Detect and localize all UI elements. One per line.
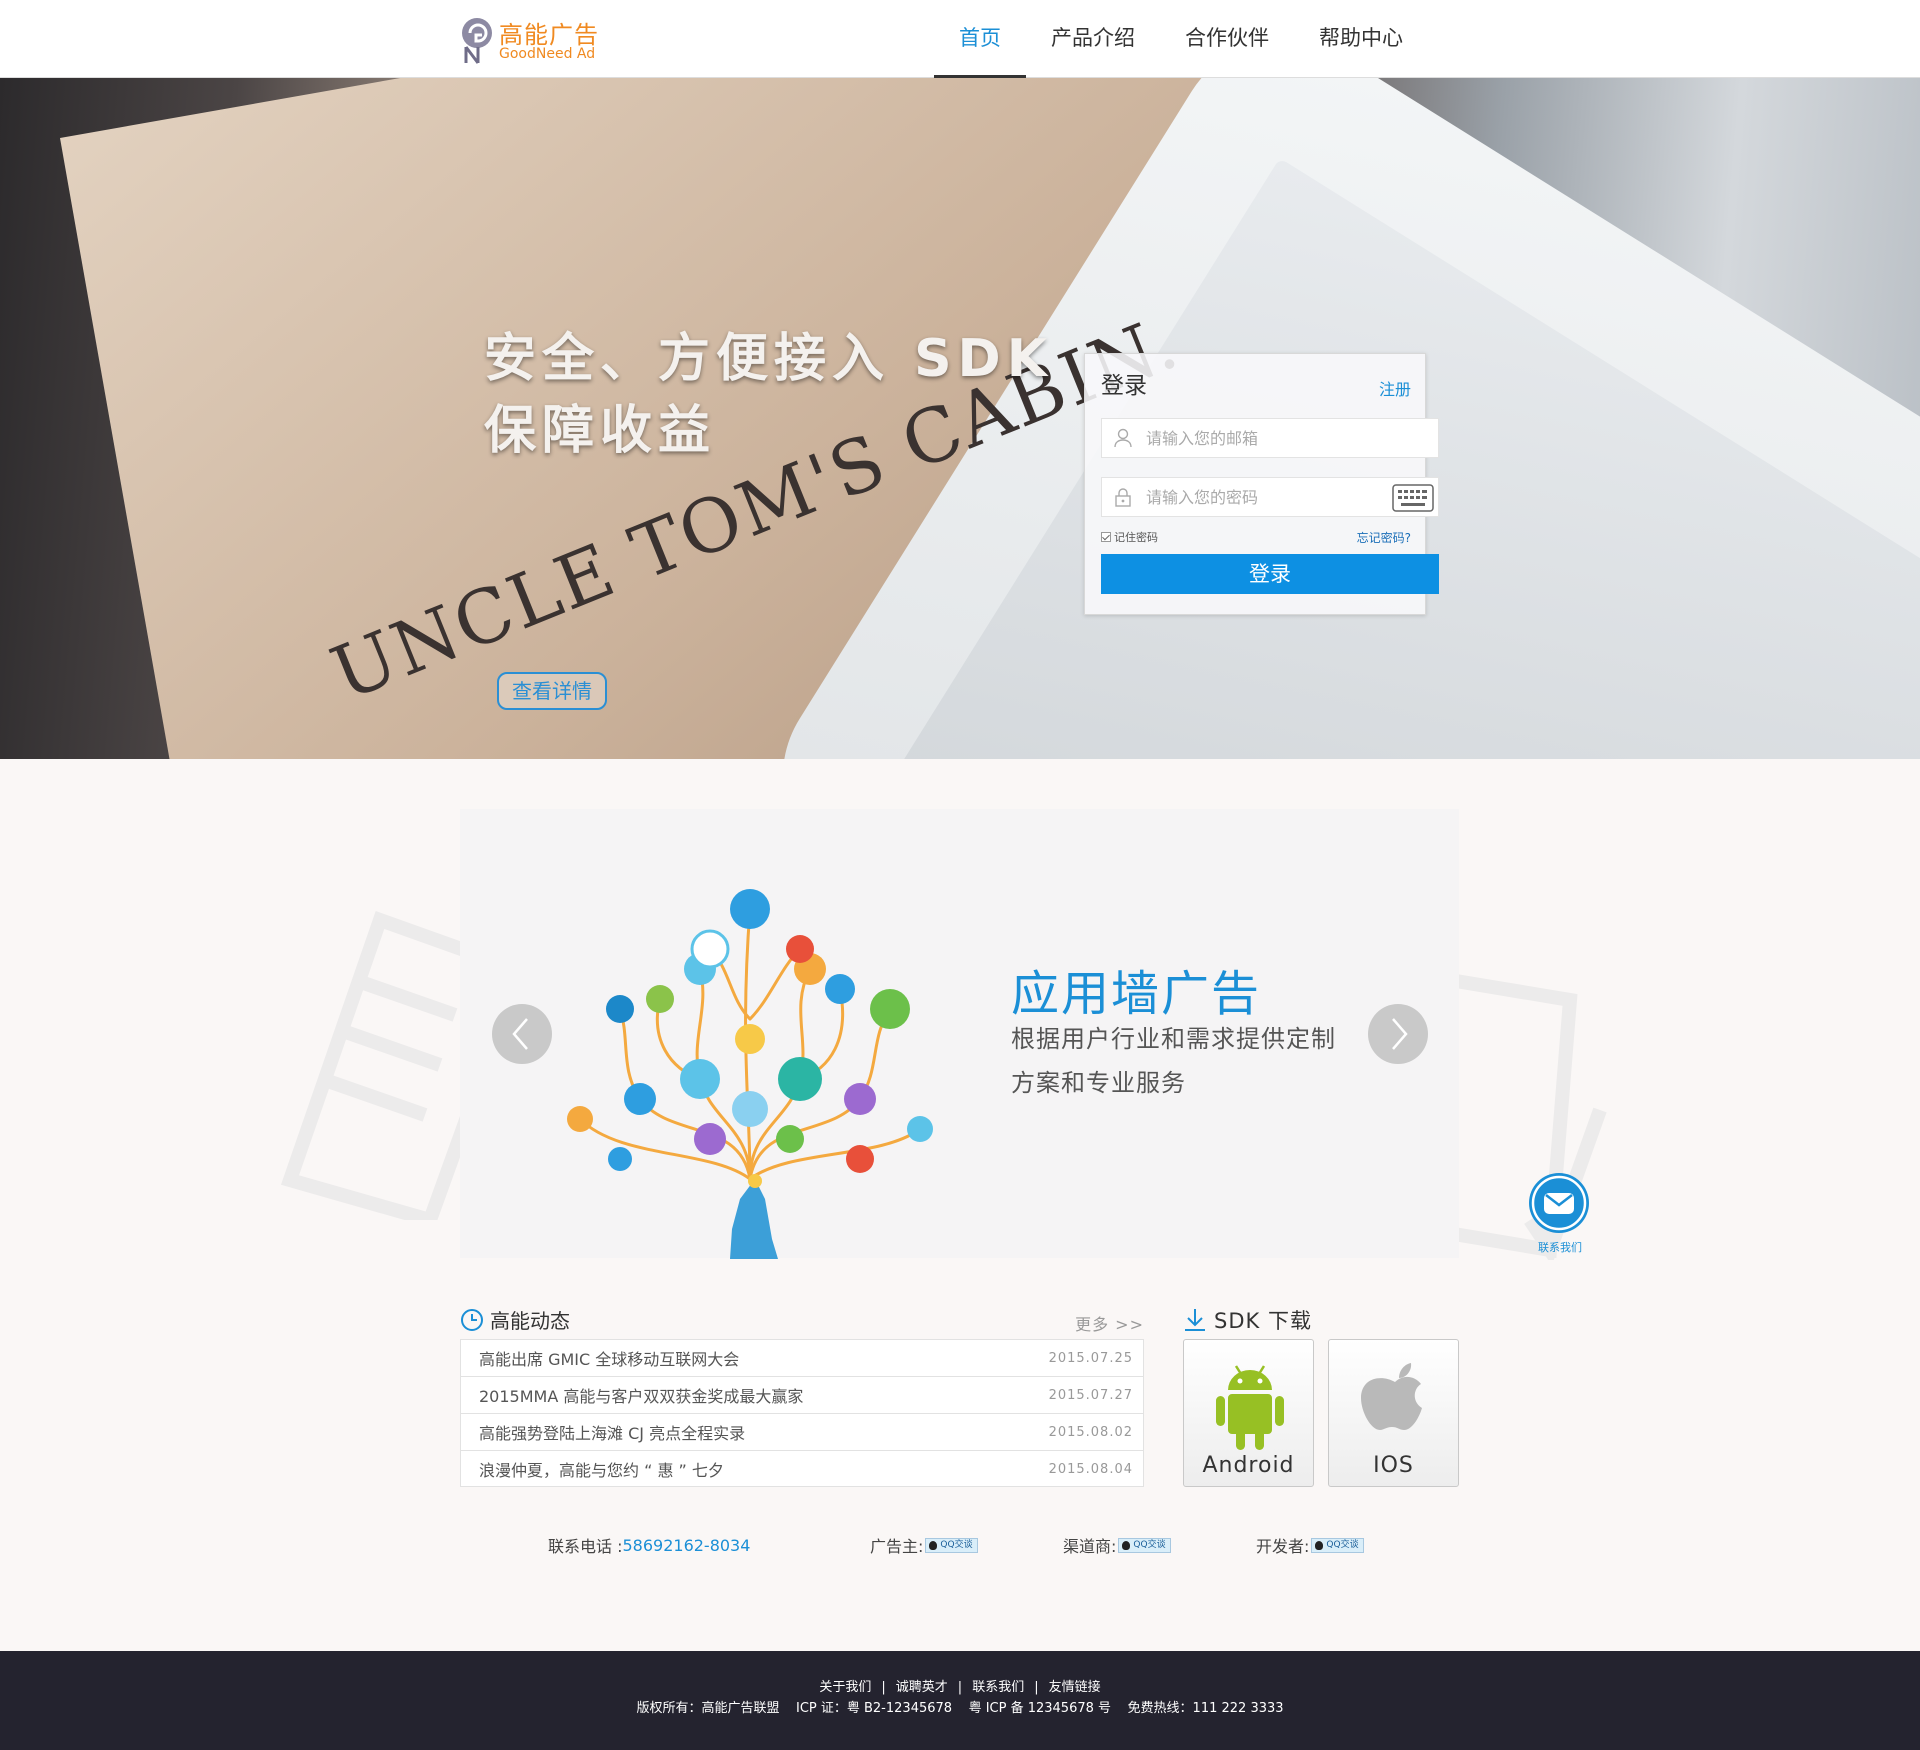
contact-circle	[1529, 1173, 1589, 1233]
news-more-link[interactable]: 更多 >>	[1075, 1311, 1144, 1335]
carousel-prev-button[interactable]	[492, 1004, 552, 1064]
news-item[interactable]: 2015MMA 高能与客户双双获金奖成最大赢家 2015.07.27	[461, 1377, 1143, 1414]
site-header: 高能广告 GoodNeed Ad 首页 产品介绍 合作伙伴 帮助中心	[0, 0, 1920, 78]
android-icon	[1216, 1365, 1284, 1450]
hero-slogan-line2: 保障收益	[484, 401, 717, 461]
sdk-header: SDK 下载	[1180, 1305, 1460, 1335]
news-list: 高能出席 GMIC 全球移动互联网大会 2015.07.25 2015MMA 高…	[460, 1339, 1144, 1487]
android-label: Android	[1202, 1453, 1295, 1478]
download-icon	[1185, 1309, 1205, 1331]
main-nav: 首页 产品介绍 合作伙伴 帮助中心	[934, 0, 1428, 78]
news-item-date: 2015.07.25	[1048, 1351, 1133, 1366]
hero-slogan-line1: 安全、方便接入 SDK	[484, 329, 1054, 389]
user-icon	[1114, 428, 1132, 448]
nav-products[interactable]: 产品介绍	[1026, 0, 1160, 78]
news-item[interactable]: 浪漫仲夏，高能与您约 “ 惠 ” 七夕 2015.08.04	[461, 1451, 1143, 1488]
news-item-date: 2015.07.27	[1048, 1388, 1133, 1403]
phone-number[interactable]: 58692162-8034	[622, 1536, 750, 1555]
app-tree-illustration	[567, 889, 933, 1259]
email-input[interactable]	[1146, 419, 1376, 457]
contact-developer: 开发者: QQ交谈	[1256, 1533, 1364, 1557]
login-title: 登录	[1101, 373, 1147, 399]
password-field-wrap	[1101, 477, 1439, 517]
banner-description: 根据用户行业和需求提供定制方案和专业服务	[1011, 1025, 1336, 1097]
feature-carousel: 应用墙广告 根据用户行业和需求提供定制方案和专业服务	[460, 809, 1459, 1259]
chevron-left-icon	[512, 1018, 528, 1050]
site-footer: 关于我们 | 诚聘英才 | 联系我们 | 友情链接 版权所有：高能广告联盟 ICP 证：粤 …	[0, 1651, 1920, 1750]
footer-link-friends[interactable]: 友情链接	[1049, 1680, 1101, 1695]
footer-separator: |	[881, 1680, 886, 1695]
nav-partners[interactable]: 合作伙伴	[1160, 0, 1294, 78]
login-panel: 登录 注册 请输入您的邮箱 记住密码 忘记密码? 登录	[1084, 353, 1439, 615]
site-logo[interactable]: 高能广告 GoodNeed Ad	[460, 13, 620, 65]
logo-mark-icon	[462, 18, 492, 64]
register-link[interactable]: 注册	[1379, 376, 1411, 400]
logo-text-en: GoodNeed Ad	[499, 46, 596, 62]
contact-advertiser: 广告主: QQ交谈	[870, 1533, 978, 1557]
channel-qq-button[interactable]: QQ交谈	[1118, 1537, 1171, 1553]
hero-slogan: 安全、方便接入 SDK 保障收益	[484, 323, 1053, 467]
logo-text-cn: 高能广告	[499, 21, 599, 49]
footer-links: 关于我们 | 诚聘英才 | 联系我们 | 友情链接	[0, 1676, 1920, 1695]
login-button[interactable]: 登录	[1101, 554, 1439, 594]
news-title: 高能动态	[490, 1309, 570, 1333]
developer-qq-button[interactable]: QQ交谈	[1311, 1537, 1364, 1553]
forgot-password-link[interactable]: 忘记密码?	[1357, 529, 1411, 546]
clock-icon	[461, 1309, 483, 1331]
sdk-title: SDK 下载	[1214, 1309, 1312, 1333]
lock-icon	[1115, 488, 1131, 507]
news-item[interactable]: 高能出席 GMIC 全球移动互联网大会 2015.07.25	[461, 1340, 1143, 1377]
news-item-date: 2015.08.04	[1048, 1462, 1133, 1477]
virtual-keyboard-icon[interactable]	[1392, 484, 1434, 512]
contact-us-label: 联系我们	[1538, 1241, 1582, 1254]
ios-sdk-download[interactable]: IOS	[1328, 1339, 1459, 1487]
news-item[interactable]: 高能强势登陆上海滩 CJ 亮点全程实录 2015.08.02	[461, 1414, 1143, 1451]
contact-channel: 渠道商: QQ交谈	[1063, 1533, 1171, 1557]
news-item-title: 浪漫仲夏，高能与您约 “ 惠 ” 七夕	[479, 1461, 724, 1480]
chevron-right-icon	[1392, 1018, 1408, 1050]
password-input[interactable]	[1146, 478, 1376, 516]
apple-icon	[1361, 1363, 1422, 1430]
footer-copyright: 版权所有：高能广告联盟 ICP 证：粤 B2-12345678 粤 ICP 备 …	[636, 1701, 1284, 1716]
news-header: 高能动态 更多 >>	[460, 1305, 1144, 1335]
remember-password[interactable]: 记住密码	[1101, 529, 1158, 545]
hero-banner: UNCLE TOM'S CABIN. 安全、方便接入 SDK 保障收益 查看详情…	[0, 78, 1920, 759]
footer-separator: |	[1034, 1680, 1039, 1695]
nav-help[interactable]: 帮助中心	[1294, 0, 1428, 78]
contact-phone: 联系电话 : 58692162-8034	[548, 1533, 750, 1557]
contact-us-float[interactable]: 联系我们	[1527, 1173, 1591, 1257]
view-details-button[interactable]: 查看详情	[497, 672, 607, 710]
remember-checkbox[interactable]	[1101, 532, 1111, 542]
footer-separator: |	[957, 1680, 963, 1695]
banner-title: 应用墙广告	[1011, 966, 1262, 1022]
android-sdk-download[interactable]: Android	[1183, 1339, 1314, 1487]
phone-label: 联系电话 :	[548, 1537, 623, 1556]
news-item-title: 高能强势登陆上海滩 CJ 亮点全程实录	[479, 1424, 746, 1443]
channel-label: 渠道商:	[1063, 1537, 1117, 1556]
carousel-next-button[interactable]	[1368, 1004, 1428, 1064]
footer-link-jobs[interactable]: 诚聘英才	[896, 1680, 948, 1695]
advertiser-qq-button[interactable]: QQ交谈	[925, 1537, 978, 1553]
footer-link-contact[interactable]: 联系我们	[972, 1680, 1024, 1695]
email-field-wrap	[1101, 418, 1439, 458]
news-item-date: 2015.08.02	[1048, 1425, 1133, 1440]
footer-link-about[interactable]: 关于我们	[819, 1680, 871, 1695]
nav-home[interactable]: 首页	[934, 0, 1026, 78]
mail-icon	[1531, 1175, 1587, 1231]
remember-label: 记住密码	[1114, 531, 1158, 544]
advertiser-label: 广告主:	[870, 1537, 924, 1556]
ios-label: IOS	[1373, 1453, 1414, 1478]
contact-row: 联系电话 : 58692162-8034 广告主: QQ交谈 渠道商: QQ交谈…	[0, 1533, 1920, 1557]
news-item-title: 高能出席 GMIC 全球移动互联网大会	[479, 1350, 740, 1369]
news-item-title: 2015MMA 高能与客户双双获金奖成最大赢家	[479, 1387, 804, 1406]
developer-label: 开发者:	[1256, 1537, 1310, 1556]
